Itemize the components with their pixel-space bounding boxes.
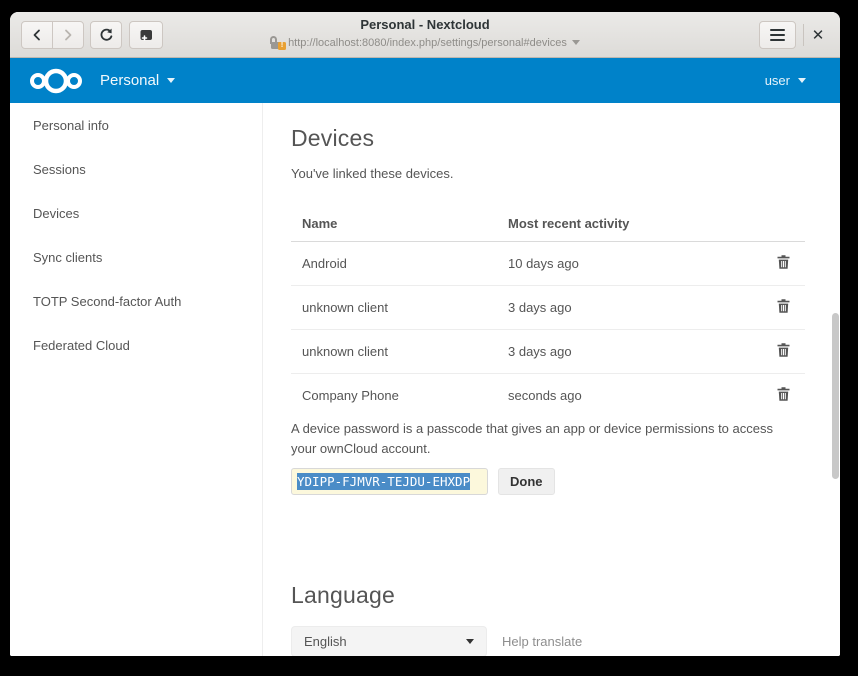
- device-name: unknown client: [291, 330, 497, 374]
- close-icon: ✕: [812, 26, 825, 44]
- language-select[interactable]: English: [291, 626, 487, 656]
- menu-button[interactable]: [759, 21, 796, 49]
- delete-device-button[interactable]: [776, 386, 791, 402]
- column-header-name: Name: [291, 206, 497, 242]
- delete-device-button[interactable]: [776, 254, 791, 270]
- language-selected-value: English: [304, 634, 347, 649]
- nextcloud-logo[interactable]: [26, 66, 88, 96]
- app-menu-caret-icon: [167, 78, 175, 83]
- sidebar-item-sync-clients[interactable]: Sync clients: [10, 236, 262, 280]
- window-title: Personal - Nextcloud: [10, 17, 840, 32]
- device-name: Company Phone: [291, 374, 497, 418]
- devices-heading: Devices: [291, 125, 840, 152]
- trash-icon: [776, 342, 791, 358]
- settings-sidebar: Personal info Sessions Devices Sync clie…: [10, 103, 263, 656]
- titlebar: Personal - Nextcloud ! http://localhost:…: [10, 12, 840, 58]
- user-menu-caret-icon: [798, 78, 806, 83]
- sidebar-item-federated-cloud[interactable]: Federated Cloud: [10, 324, 262, 368]
- trash-icon: [776, 386, 791, 402]
- language-heading: Language: [291, 582, 840, 609]
- app-menu-label: Personal: [100, 72, 159, 89]
- url-text: http://localhost:8080/index.php/settings…: [288, 37, 567, 49]
- nextcloud-header: Personal user: [10, 58, 840, 103]
- devices-table-header: Name Most recent activity: [291, 206, 805, 242]
- device-password-field[interactable]: YDIPP-FJMVR-TEJDU-EHXDP: [291, 468, 488, 495]
- url-dropdown-icon[interactable]: [572, 40, 580, 45]
- main-panel: Devices You've linked these devices. Nam…: [263, 103, 840, 656]
- sidebar-item-devices[interactable]: Devices: [10, 192, 262, 236]
- delete-device-button[interactable]: [776, 298, 791, 314]
- devices-table: Name Most recent activity Android 10 day…: [291, 206, 805, 417]
- devices-subtitle: You've linked these devices.: [291, 166, 840, 181]
- delete-device-button[interactable]: [776, 342, 791, 358]
- device-password-hint: A device password is a passcode that giv…: [291, 419, 791, 459]
- browser-window: Personal - Nextcloud ! http://localhost:…: [10, 12, 840, 656]
- insecure-lock-icon: !: [270, 36, 283, 49]
- sidebar-item-personal-info[interactable]: Personal info: [10, 104, 262, 148]
- device-password-row: YDIPP-FJMVR-TEJDU-EHXDP Done: [291, 468, 840, 495]
- language-row: English Help translate: [291, 626, 840, 656]
- table-row: unknown client 3 days ago: [291, 286, 805, 330]
- device-activity: 3 days ago: [497, 330, 765, 374]
- device-activity: seconds ago: [497, 374, 765, 418]
- table-row: Company Phone seconds ago: [291, 374, 805, 418]
- sidebar-item-sessions[interactable]: Sessions: [10, 148, 262, 192]
- device-activity: 10 days ago: [497, 242, 765, 286]
- device-activity: 3 days ago: [497, 286, 765, 330]
- hamburger-icon: [770, 29, 785, 42]
- table-row: Android 10 days ago: [291, 242, 805, 286]
- device-name: Android: [291, 242, 497, 286]
- user-menu-label: user: [765, 73, 790, 88]
- table-row: unknown client 3 days ago: [291, 330, 805, 374]
- settings-page: Personal info Sessions Devices Sync clie…: [10, 103, 840, 656]
- column-header-activity: Most recent activity: [497, 206, 765, 242]
- done-button[interactable]: Done: [498, 468, 555, 495]
- select-caret-icon: [466, 639, 474, 644]
- device-name: unknown client: [291, 286, 497, 330]
- sidebar-item-totp[interactable]: TOTP Second-factor Auth: [10, 280, 262, 324]
- help-translate-link[interactable]: Help translate: [502, 634, 582, 649]
- device-password-value: YDIPP-FJMVR-TEJDU-EHXDP: [297, 473, 470, 490]
- close-button[interactable]: ✕: [803, 21, 833, 49]
- trash-icon: [776, 254, 791, 270]
- trash-icon: [776, 298, 791, 314]
- url-bar[interactable]: ! http://localhost:8080/index.php/settin…: [10, 36, 840, 49]
- scrollbar-thumb[interactable]: [832, 313, 839, 479]
- app-menu[interactable]: Personal: [100, 72, 175, 89]
- user-menu[interactable]: user: [765, 73, 820, 88]
